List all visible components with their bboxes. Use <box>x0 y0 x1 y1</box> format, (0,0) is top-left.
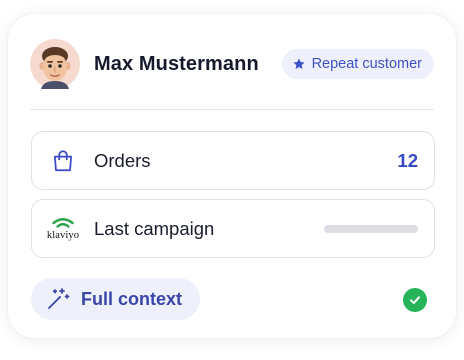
customer-card: Max Mustermann Repeat customer Orders 12 <box>8 14 456 338</box>
repeat-customer-badge: Repeat customer <box>281 49 434 79</box>
klaviyo-logo: klaviyo <box>46 212 80 246</box>
orders-count: 12 <box>397 149 418 171</box>
avatar-memoji-icon <box>39 47 71 89</box>
last-campaign-row[interactable]: klaviyo Last campaign <box>31 199 435 258</box>
customer-name: Max Mustermann <box>94 52 259 75</box>
orders-row[interactable]: Orders 12 <box>31 131 435 190</box>
last-campaign-label: Last campaign <box>94 217 215 239</box>
shopping-bag-icon <box>46 144 80 178</box>
avatar <box>30 39 80 89</box>
klaviyo-wifi-icon <box>52 217 74 228</box>
magic-wand-icon <box>45 286 71 312</box>
badge-label: Repeat customer <box>311 56 422 72</box>
check-circle-icon <box>403 288 427 312</box>
full-context-label: Full context <box>81 288 183 309</box>
loading-placeholder <box>324 224 418 233</box>
star-icon <box>292 57 306 71</box>
customer-header: Max Mustermann Repeat customer <box>30 38 434 90</box>
orders-label: Orders <box>94 149 151 171</box>
divider <box>30 109 434 110</box>
full-context-button[interactable]: Full context <box>31 278 201 320</box>
klaviyo-wordmark: klaviyo <box>46 229 80 241</box>
